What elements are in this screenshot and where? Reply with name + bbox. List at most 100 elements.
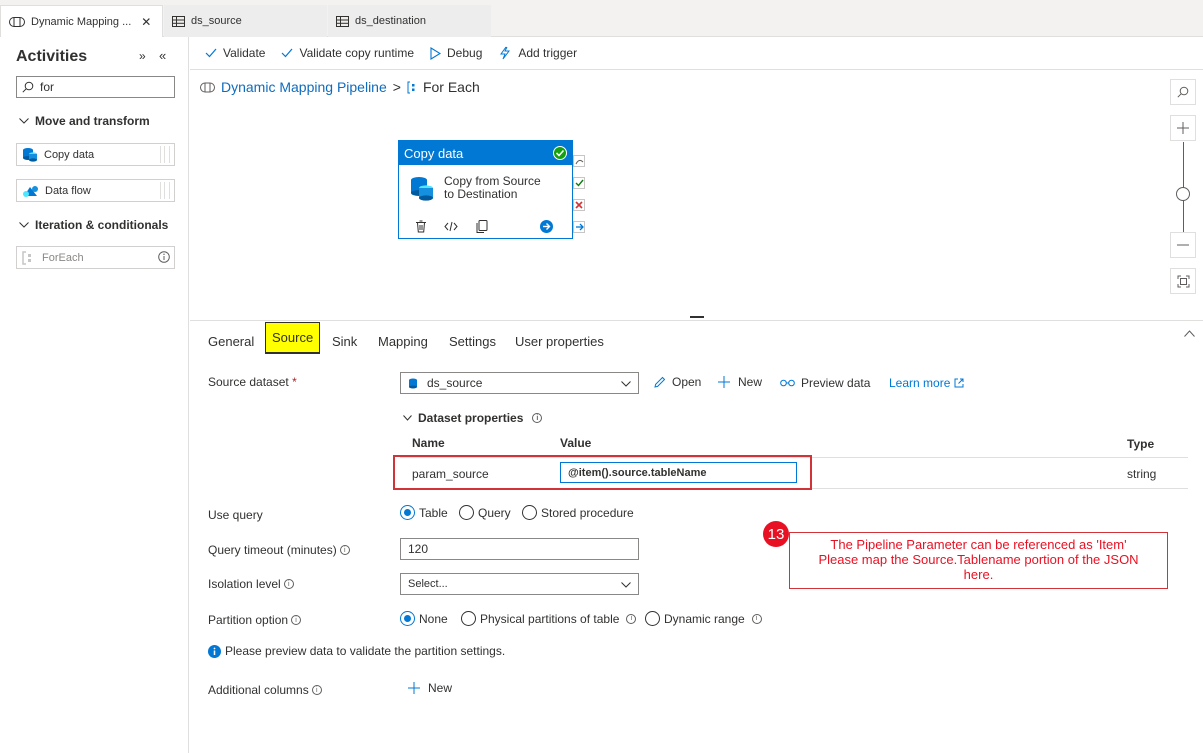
chevron-down-icon [403,415,412,421]
param-value-input[interactable]: @item().source.tableName [560,462,797,483]
info-icon[interactable]: i [283,579,294,589]
radio-query[interactable]: Query [459,505,511,520]
check-icon [205,48,217,58]
learn-more-label: Learn more [889,376,951,390]
copy-data-activity[interactable]: Copy data Copy from Source to Destinatio… [398,140,573,239]
source-dataset-select[interactable]: ds_source [400,372,639,394]
tab-general[interactable]: General [205,328,257,354]
group-move-transform[interactable]: Move and transform [19,114,150,128]
close-icon[interactable]: ✕ [141,15,151,29]
info-icon[interactable]: i [291,615,302,625]
success-icon [553,146,567,160]
add-column-button[interactable]: New [408,681,452,695]
query-timeout-label: Query timeout (minutes) i [208,543,350,557]
activity-copy-data[interactable]: Copy data [16,143,175,166]
external-link-icon [954,378,964,388]
new-dataset-button[interactable]: New [718,375,762,389]
table-icon [172,15,185,27]
zoom-slider-thumb[interactable] [1176,187,1190,201]
radio-dynamic-range[interactable]: Dynamic range i [645,611,762,626]
isolation-level-select[interactable]: Select... [400,573,639,595]
radio-table[interactable]: Table [400,505,448,520]
drag-handle[interactable] [160,146,170,163]
radio-label: None [419,611,448,626]
radio-label: Table [419,505,448,520]
data-flow-icon [22,184,39,198]
breadcrumb: Dynamic Mapping Pipeline > For Each [200,79,480,95]
activity-header: Copy data [399,141,572,165]
hide-panel-icon[interactable]: « [159,48,166,63]
breadcrumb-pipeline-link[interactable]: Dynamic Mapping Pipeline [221,79,387,95]
radio-label: Query [478,505,511,520]
arrow-circle-icon[interactable] [540,220,553,233]
dataset-properties-toggle[interactable]: Dataset properties i [403,411,543,425]
check-icon [281,48,293,58]
success-path-icon[interactable] [573,177,585,189]
info-icon[interactable]: i [751,613,762,624]
query-timeout-text: Query timeout (minutes) [208,543,337,557]
search-value: for [40,80,55,94]
callout-line-1: The Pipeline Parameter can be referenced… [830,537,1127,552]
info-icon[interactable]: i [339,545,350,555]
add-trigger-button[interactable]: Add trigger [498,46,577,60]
info-icon[interactable]: i [311,685,322,695]
zoom-in-icon[interactable] [1170,115,1196,141]
dataset-properties-label: Dataset properties [418,411,524,425]
collapse-all-icon[interactable]: » [139,49,146,63]
radio-stored-procedure[interactable]: Stored procedure [522,505,634,520]
annotation-callout: The Pipeline Parameter can be referenced… [789,532,1168,589]
delete-icon[interactable] [415,220,427,233]
preview-data-button[interactable]: Preview data [780,376,870,390]
query-timeout-input[interactable]: 120 [400,538,639,560]
partition-note: Please preview data to validate the part… [208,644,505,658]
edit-pencil-icon [653,376,666,389]
zoom-out-icon[interactable] [1170,232,1196,258]
fit-to-screen-icon[interactable] [1170,268,1196,294]
tab-settings[interactable]: Settings [446,328,499,354]
validate-button[interactable]: Validate [205,46,265,60]
tab-dynamic-mapping[interactable]: Dynamic Mapping ... ✕ [0,5,163,38]
tab-label: ds_source [191,15,242,27]
tab-ds-destination[interactable]: ds_destination [328,5,491,37]
debug-button[interactable]: Debug [430,46,482,60]
pipeline-toolbar: Validate Validate copy runtime Debug Add… [190,37,1203,70]
clone-icon[interactable] [476,220,488,233]
tab-mapping[interactable]: Mapping [375,328,431,354]
table-icon [336,15,349,27]
param-type: string [1127,467,1157,481]
sql-dataset-icon [408,378,419,389]
col-type-header: Type [1127,437,1155,451]
tab-source[interactable]: Source [265,322,321,354]
tab-sink[interactable]: Sink [329,328,360,354]
partition-option-label: Partition option i [208,613,302,627]
info-icon[interactable]: i [626,613,637,624]
canvas-search-icon[interactable] [1170,79,1196,105]
plus-icon [718,376,730,388]
activity-data-flow[interactable]: Data flow [16,179,175,202]
param-name: param_source [412,467,489,481]
group-iteration[interactable]: Iteration & conditionals [19,218,168,232]
completion-path-icon[interactable] [573,221,585,233]
learn-more-link[interactable]: Learn more [889,376,964,390]
drag-handle[interactable] [160,182,170,199]
breadcrumb-current: For Each [422,79,480,95]
radio-partition-none[interactable]: None [400,611,448,626]
info-icon[interactable] [158,251,170,263]
radio-physical-partitions[interactable]: Physical partitions of table i [461,611,637,626]
foreach-icon [407,81,417,94]
chevron-up-icon[interactable] [1184,330,1195,337]
code-icon[interactable] [444,221,458,232]
panel-resize-handle[interactable] [690,316,704,318]
open-dataset-button[interactable]: Open [653,375,701,389]
activity-foreach[interactable]: ForEach [16,246,175,269]
tab-ds-source[interactable]: ds_source [164,5,327,37]
tab-user-properties[interactable]: User properties [512,328,607,354]
info-icon[interactable]: i [532,413,543,423]
skip-path-icon[interactable] [573,155,585,167]
radio-circle [459,505,474,520]
activity-search-input[interactable]: for [16,76,175,98]
failure-path-icon[interactable] [573,199,585,211]
validate-copy-runtime-button[interactable]: Validate copy runtime [281,46,414,60]
activity-label: ForEach [42,251,84,264]
callout-line-2: Please map the Source.Tablename portion … [818,552,1139,567]
